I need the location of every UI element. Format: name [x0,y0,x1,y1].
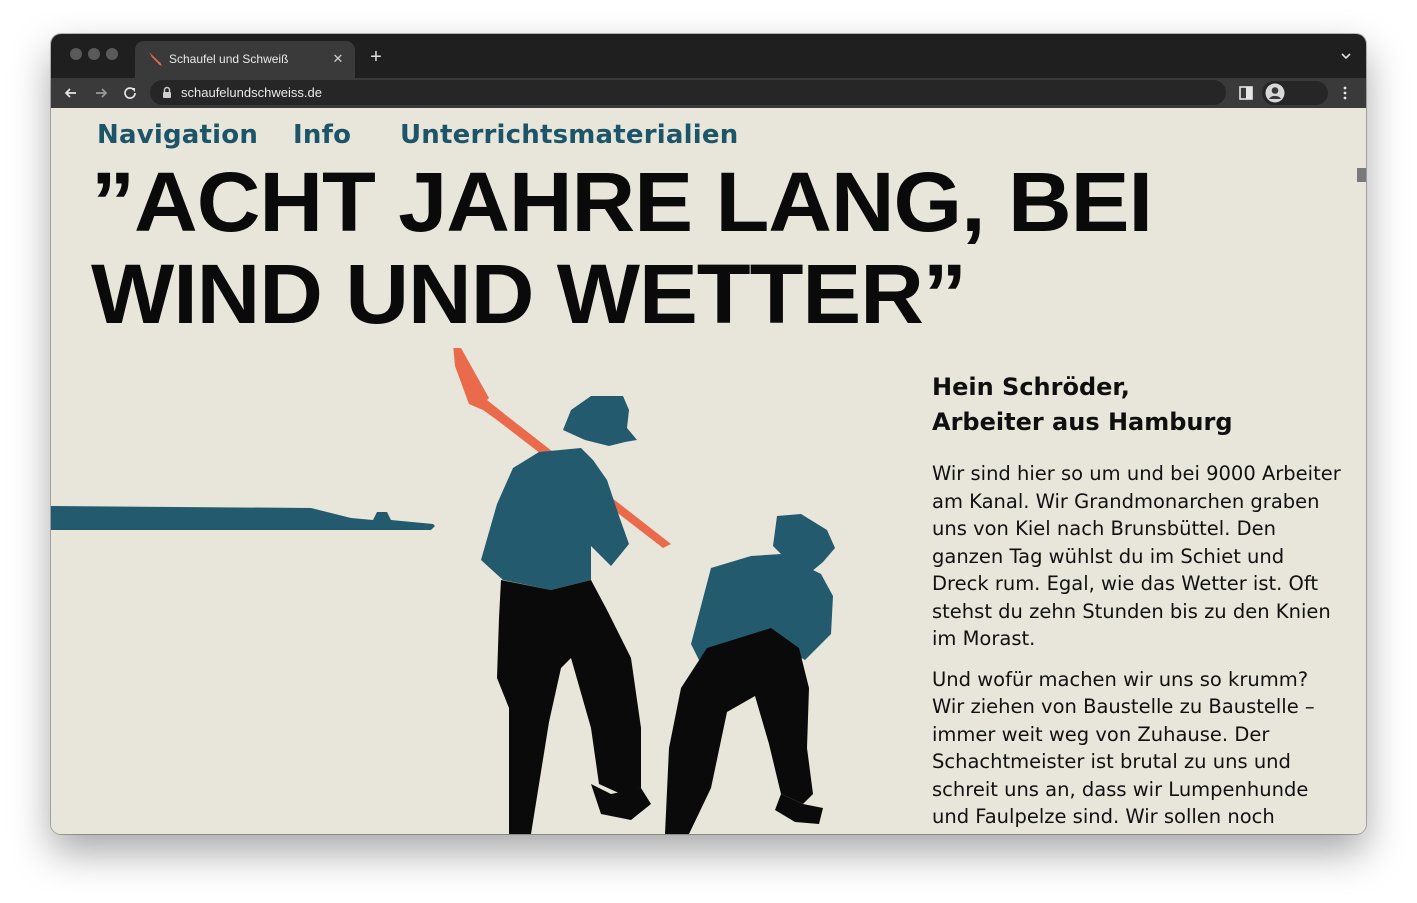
scrollbar-thumb[interactable] [1357,168,1366,182]
worker-standing [453,348,671,834]
side-panel-icon[interactable] [1238,85,1254,101]
worker-illustration [51,348,835,834]
story-paragraph-1: Wir sind hier so um und bei 9000 Arbeite… [932,462,1341,650]
tab-bar: Schaufel und Schweiß ✕ + [51,34,1366,78]
kebab-menu-icon[interactable] [1337,85,1353,101]
ship-silhouette [51,494,435,530]
profile-button[interactable] [1262,81,1328,105]
chevron-down-icon[interactable] [1338,48,1354,64]
browser-tab[interactable]: Schaufel und Schweiß ✕ [135,41,355,78]
story-paragraph-2: Und wofür machen wir uns so krumm? Wir z… [932,667,1315,829]
page-headline: ”ACHT JAHRE LANG, BEI WIND UND WETTER” [91,156,1246,340]
lock-icon[interactable] [161,86,173,99]
shovel-favicon-icon [149,52,162,66]
browser-toolbar: schaufelundschweiss.de [51,78,1366,108]
nav-link-unterrichtsmaterialien[interactable]: Unterrichtsmaterialien [400,120,738,150]
url-text[interactable]: schaufelundschweiss.de [181,85,322,100]
reload-icon[interactable] [120,83,140,103]
tab-title: Schaufel und Schweiß [169,52,289,66]
plus-icon[interactable]: + [365,46,387,68]
nav-link-info[interactable]: Info [293,120,351,150]
close-window-button[interactable] [70,48,82,60]
address-bar[interactable]: schaufelundschweiss.de [150,80,1226,105]
speaker-name-line-1: Hein Schröder, [932,373,1130,401]
speaker-name: Hein Schröder, Arbeiter aus Hamburg [932,370,1332,440]
headline-line-1: ”ACHT JAHRE LANG, BEI [91,155,1153,249]
page-viewport: Navigation Info Unterrichtsmaterialien ”… [51,108,1366,834]
speaker-name-line-2: Arbeiter aus Hamburg [932,408,1233,436]
minimize-window-button[interactable] [88,48,100,60]
arrow-right-icon[interactable] [91,83,111,103]
profile-icon [1265,83,1285,103]
close-icon[interactable]: ✕ [329,50,347,68]
maximize-window-button[interactable] [106,48,118,60]
nav-link-navigation[interactable]: Navigation [97,120,258,150]
story-text: Wir sind hier so um und bei 9000 Arbeite… [932,460,1342,834]
browser-window: Schaufel und Schweiß ✕ + schaufelundschw… [51,34,1366,834]
headline-line-2: WIND UND WETTER” [91,247,967,341]
worker-crouching [665,514,835,834]
arrow-left-icon[interactable] [61,83,81,103]
